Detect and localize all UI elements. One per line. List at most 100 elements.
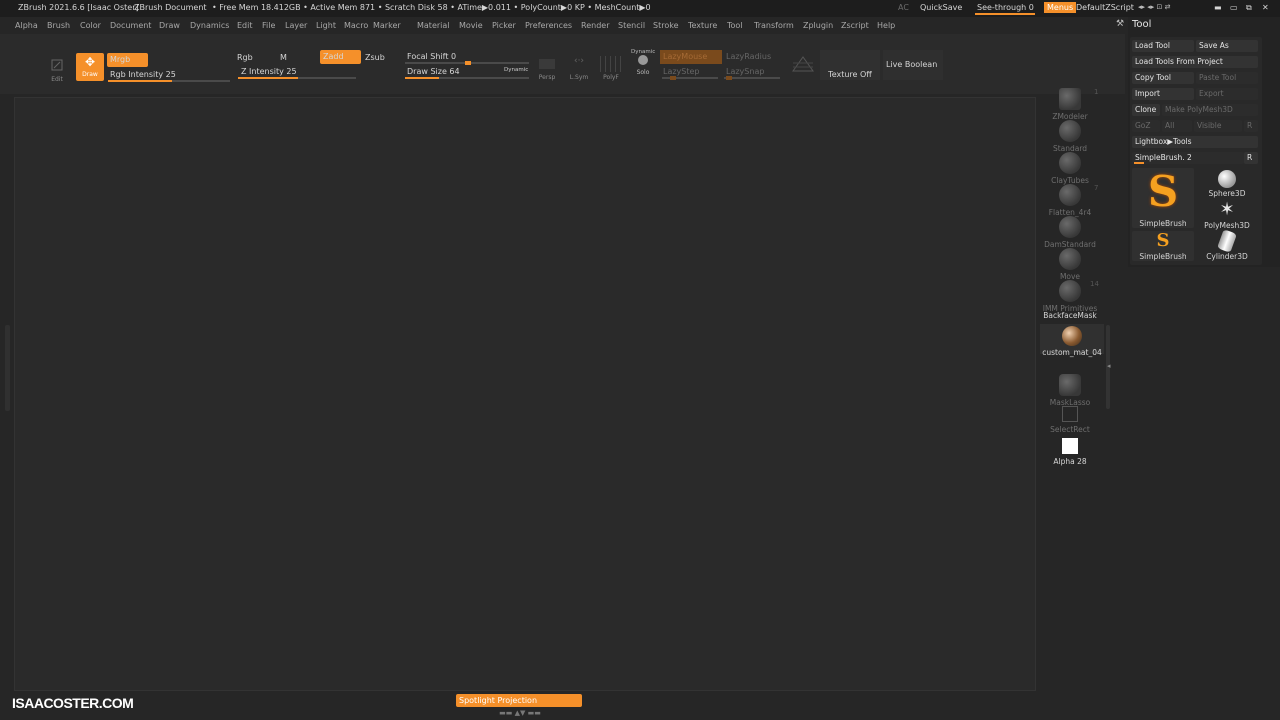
texture-off-button[interactable]: Texture Off: [820, 50, 880, 80]
solo-button[interactable]: Dynamic Solo: [631, 49, 655, 76]
lazysnap-slider[interactable]: LazySnap: [726, 67, 764, 76]
m-button[interactable]: M: [280, 53, 287, 62]
menu-tool[interactable]: Tool: [727, 21, 743, 30]
menu-document[interactable]: Document: [110, 21, 151, 30]
menu-brush[interactable]: Brush: [47, 21, 70, 30]
simplebrush-thumb-large[interactable]: S SimpleBrush: [1132, 168, 1194, 228]
default-zscript-button[interactable]: DefaultZScript: [1076, 3, 1134, 12]
lsym-button[interactable]: ‹·› L.Sym: [568, 56, 590, 81]
paste-tool-button[interactable]: Paste Tool: [1196, 72, 1258, 84]
edit-button[interactable]: Edit: [46, 58, 68, 83]
rgb-button[interactable]: Rgb: [237, 53, 253, 62]
menu-stroke[interactable]: Stroke: [653, 21, 679, 30]
minimize-window-icon[interactable]: ▭: [1230, 3, 1238, 12]
zadd-button[interactable]: Zadd: [320, 50, 361, 64]
cylinder3d-thumb[interactable]: Cylinder3D: [1196, 229, 1258, 261]
zmodeler-brush[interactable]: ZModeler: [1038, 88, 1102, 121]
menus-button[interactable]: Menus: [1044, 2, 1077, 13]
rgb-intensity-track[interactable]: [108, 80, 230, 82]
load-tool-button[interactable]: Load Tool: [1132, 40, 1194, 52]
menu-stencil[interactable]: Stencil: [618, 21, 645, 30]
persp-button[interactable]: Persp: [536, 56, 558, 81]
mrgb-button[interactable]: Mrgb: [107, 53, 148, 67]
menu-transform[interactable]: Transform: [754, 21, 794, 30]
visible-button[interactable]: Visible: [1194, 120, 1242, 132]
polyf-button[interactable]: PolyF: [600, 56, 622, 81]
goz-button[interactable]: GoZ: [1132, 120, 1160, 132]
damstandard-brush[interactable]: DamStandard: [1038, 216, 1102, 249]
copy-tool-button[interactable]: Copy Tool: [1132, 72, 1194, 84]
menu-zscript[interactable]: Zscript: [841, 21, 869, 30]
minimize-icon[interactable]: ▬: [1214, 3, 1222, 12]
menu-texture[interactable]: Texture: [688, 21, 717, 30]
zsub-button[interactable]: Zsub: [365, 53, 385, 62]
menu-help[interactable]: Help: [877, 21, 895, 30]
lazysnap-track[interactable]: [724, 76, 780, 80]
spotlight-projection-button[interactable]: Spotlight Projection: [456, 694, 582, 707]
lazymouse-button[interactable]: LazyMouse: [660, 50, 722, 64]
menu-dynamics[interactable]: Dynamics: [190, 21, 229, 30]
selectrect-brush[interactable]: SelectRect: [1038, 406, 1102, 434]
backfacemask-toggle[interactable]: BackfaceMask: [1038, 311, 1102, 320]
backface-shelf-icon[interactable]: [791, 53, 815, 75]
menu-material[interactable]: Material: [417, 21, 450, 30]
load-tools-from-project-button[interactable]: Load Tools From Project: [1132, 56, 1258, 68]
make-polymesh3d-button[interactable]: Make PolyMesh3D: [1162, 104, 1258, 116]
menu-light[interactable]: Light: [316, 21, 336, 30]
focal-shift-slider[interactable]: Focal Shift 0: [407, 52, 456, 61]
material-button[interactable]: custom_mat_04: [1040, 324, 1104, 357]
menu-edit[interactable]: Edit: [237, 21, 253, 30]
draw-size-slider[interactable]: Draw Size 64: [407, 67, 460, 76]
move-brush[interactable]: Move: [1038, 248, 1102, 281]
z-intensity-slider[interactable]: Z Intensity 25: [241, 67, 297, 76]
export-button[interactable]: Export: [1196, 88, 1258, 100]
restore-icon[interactable]: ⧉: [1246, 3, 1252, 13]
all-button[interactable]: All: [1162, 120, 1192, 132]
lazystep-track[interactable]: [662, 76, 718, 80]
z-intensity-track[interactable]: [238, 77, 356, 79]
quicksave-button[interactable]: QuickSave: [920, 3, 962, 12]
current-tool-slider[interactable]: SimpleBrush. 2: [1132, 152, 1244, 164]
see-through-slider[interactable]: See-through 0: [977, 3, 1034, 12]
current-tool-r-button[interactable]: R: [1244, 152, 1258, 164]
close-icon[interactable]: ✕: [1262, 3, 1269, 12]
draw-button[interactable]: ✥ Draw: [76, 53, 104, 81]
menu-picker[interactable]: Picker: [492, 21, 516, 30]
document-canvas[interactable]: [14, 97, 1036, 691]
import-button[interactable]: Import: [1132, 88, 1194, 100]
layout-arrows-icon[interactable]: ◂▸ ◂▸ ⊡ ⇄: [1138, 3, 1170, 11]
menu-movie[interactable]: Movie: [459, 21, 483, 30]
lightbox-tools-button[interactable]: Lightbox▶Tools: [1132, 136, 1258, 148]
menu-alpha[interactable]: Alpha: [15, 21, 38, 30]
right-shelf-arrow-icon[interactable]: ◂: [1107, 362, 1111, 370]
clone-button[interactable]: Clone: [1132, 104, 1160, 116]
menu-layer[interactable]: Layer: [285, 21, 307, 30]
live-boolean-button[interactable]: Live Boolean: [883, 50, 943, 80]
bottom-tray-handle-icon[interactable]: ▬▬ ▲▼ ▬▬: [482, 710, 558, 717]
lazystep-slider[interactable]: LazyStep: [663, 67, 700, 76]
menu-macro[interactable]: Macro: [344, 21, 368, 30]
flatten-brush[interactable]: Flatten_4r4: [1038, 184, 1102, 217]
menu-file[interactable]: File: [262, 21, 275, 30]
menu-preferences[interactable]: Preferences: [525, 21, 572, 30]
left-tray-handle[interactable]: [5, 325, 10, 411]
draw-size-track[interactable]: [405, 77, 529, 79]
claytubes-brush[interactable]: ClayTubes: [1038, 152, 1102, 185]
masklasso-brush[interactable]: MaskLasso: [1038, 374, 1102, 407]
sphere3d-thumb[interactable]: Sphere3D: [1196, 168, 1258, 198]
simplebrush-thumb-small[interactable]: S SimpleBrush: [1132, 231, 1194, 261]
menu-render[interactable]: Render: [581, 21, 609, 30]
dynamic-toggle[interactable]: Dynamic: [504, 67, 528, 73]
polymesh3d-thumb[interactable]: ✶ PolyMesh3D: [1196, 200, 1258, 231]
lazyradius-slider[interactable]: LazyRadius: [726, 52, 771, 61]
menu-draw[interactable]: Draw: [159, 21, 180, 30]
rgb-intensity-slider[interactable]: Rgb Intensity 25: [110, 70, 176, 79]
goz-r-button[interactable]: R: [1244, 120, 1258, 132]
alpha-button[interactable]: Alpha 28: [1038, 438, 1102, 466]
menu-marker[interactable]: Marker: [373, 21, 401, 30]
standard-brush[interactable]: Standard: [1038, 120, 1102, 153]
menu-zplugin[interactable]: Zplugin: [803, 21, 833, 30]
save-as-button[interactable]: Save As: [1196, 40, 1258, 52]
focal-shift-track[interactable]: [405, 61, 529, 65]
menu-color[interactable]: Color: [80, 21, 101, 30]
